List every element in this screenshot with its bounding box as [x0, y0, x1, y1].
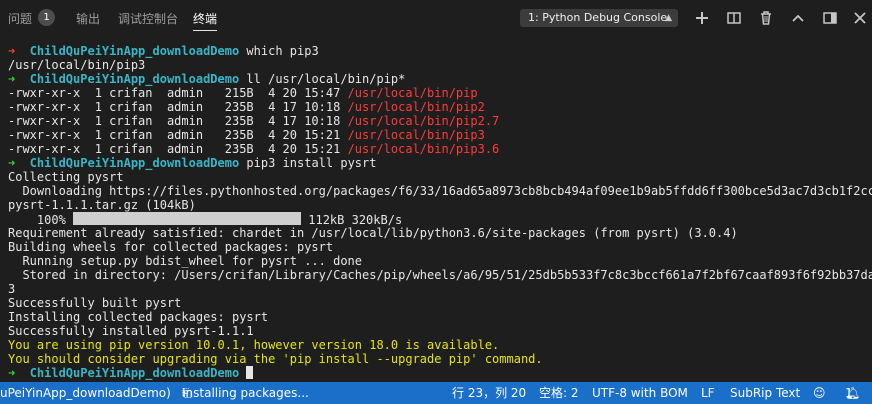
terminal-line: You are using pip version 10.0.1, howeve…	[8, 338, 500, 352]
terminal-line: -rwxr-xr-x 1 crifan admin 215B 4 20 15:4…	[8, 86, 478, 100]
close-icon[interactable]	[852, 10, 868, 26]
tab-debug-console[interactable]: 调试控制台	[118, 10, 178, 27]
python-env-indicator[interactable]: uPeiYinApp_downloadDemo)	[0, 382, 171, 404]
terminal-line: pysrt-1.1.1.tar.gz (104kB)	[8, 198, 196, 212]
terminal-line: Successfully built pysrt	[8, 296, 182, 310]
panel-tab-bar: 问题 1 输出 调试控制台 终端 1: Python Debug Console…	[0, 0, 872, 36]
terminal-line: -rwxr-xr-x 1 crifan admin 235B 4 17 10:1…	[8, 100, 485, 114]
terminal-cursor	[246, 366, 254, 379]
terminal-line: Running setup.py bdist_wheel for pysrt .…	[8, 254, 363, 268]
encoding-indicator[interactable]: UTF-8 with BOM	[592, 382, 688, 404]
terminal-line: Stored in directory: /Users/crifan/Libra…	[8, 268, 872, 282]
terminal-line: /usr/local/bin/pip3	[8, 58, 146, 72]
terminal-line: Successfully installed pysrt-1.1.1	[8, 324, 254, 338]
terminal-line: Building wheels for collected packages: …	[8, 240, 334, 254]
prompt-arrow-icon: ➜	[8, 44, 30, 58]
prompt-arrow-icon: ➜	[8, 156, 30, 170]
eol-indicator[interactable]: LF	[701, 382, 715, 404]
terminal-line: 3	[8, 282, 16, 296]
trash-icon[interactable]	[758, 10, 774, 26]
terminal-line: -rwxr-xr-x 1 crifan admin 235B 4 20 15:2…	[8, 142, 500, 156]
terminal-line: ➜ ChildQuPeiYinApp_downloadDemo ll /usr/…	[8, 72, 406, 86]
terminal-line: 100% 112kB 320kB/s	[8, 212, 403, 227]
split-icon[interactable]	[726, 10, 742, 26]
tab-terminal[interactable]: 终端	[193, 10, 218, 31]
terminal-line: Installing collected packages: pysrt	[8, 310, 269, 324]
terminal-line: -rwxr-xr-x 1 crifan admin 235B 4 20 15:2…	[8, 128, 485, 142]
terminal-line: Collecting pysrt	[8, 170, 124, 184]
indentation-indicator[interactable]: 空格: 2	[539, 382, 579, 404]
feedback-smiley-icon[interactable]: ☺	[813, 382, 826, 404]
terminal-line: ➜ ChildQuPeiYinApp_downloadDemo which pi…	[8, 44, 319, 58]
select-arrows-icon: ▲	[665, 13, 672, 23]
plus-icon[interactable]	[694, 10, 710, 26]
terminal-line: You should consider upgrading via the 'p…	[8, 352, 543, 366]
terminal-output[interactable]: ➜ ChildQuPeiYinApp_downloadDemo which pi…	[0, 38, 872, 380]
chevron-up-icon[interactable]	[790, 10, 806, 26]
language-mode[interactable]: SubRip Text	[730, 382, 800, 404]
terminal-line: ➜ ChildQuPeiYinApp_downloadDemo	[8, 366, 254, 380]
maximize-icon[interactable]	[822, 10, 838, 26]
terminal-selector-value: 1: Python Debug Console	[528, 11, 668, 24]
tab-output[interactable]: 输出	[76, 10, 100, 27]
status-bar: uPeiYinApp_downloadDemo) ⎗ Installing pa…	[0, 382, 872, 404]
terminal-selector[interactable]: 1: Python Debug Console ▲	[520, 9, 678, 27]
download-progress-bar	[73, 212, 302, 225]
prompt-arrow-icon: ➜	[8, 366, 30, 380]
tab-problems[interactable]: 问题	[8, 10, 32, 27]
prompt-arrow-icon: ➜	[8, 72, 30, 86]
terminal-line: Requirement already satisfied: chardet i…	[8, 226, 738, 240]
cursor-position[interactable]: 行 23，列 20	[452, 382, 526, 404]
terminal-line: -rwxr-xr-x 1 crifan admin 235B 4 17 10:1…	[8, 114, 500, 128]
terminal-line: ➜ ChildQuPeiYinApp_downloadDemo pip3 ins…	[8, 156, 377, 170]
problems-count-badge: 1	[38, 9, 55, 26]
terminal-line: Downloading https://files.pythonhosted.o…	[8, 184, 872, 198]
